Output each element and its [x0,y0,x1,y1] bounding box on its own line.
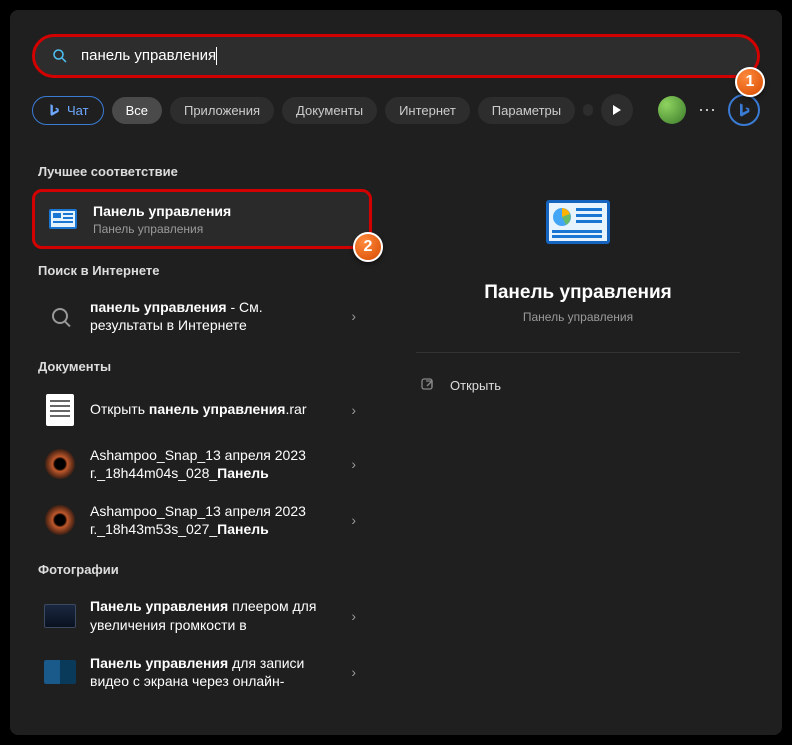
open-action[interactable]: Открыть [416,371,740,399]
result-web-search[interactable]: панель управления - См. результаты в Инт… [32,288,372,344]
section-documents: Документы [38,359,372,374]
document-icon [44,394,76,426]
open-label: Открыть [450,378,501,393]
search-box[interactable]: панель управления 1 [32,34,760,78]
result-title: панель управления - См. результаты в Инт… [90,298,337,334]
chevron-right-icon: › [351,512,360,528]
image-thumb-icon [44,600,76,632]
tab-all[interactable]: Все [112,97,162,124]
control-panel-icon [538,182,618,262]
bing-icon [736,102,752,118]
result-control-panel[interactable]: Панель управления Панель управления 2 [32,189,372,249]
open-icon [420,377,436,393]
preview-title: Панель управления [416,282,740,304]
bing-chat-button[interactable] [728,94,760,126]
callout-2: 2 [353,232,383,262]
result-subtitle: Панель управления [93,222,357,236]
tab-parameters[interactable]: Параметры [478,97,575,124]
preview-subtitle: Панель управления [416,310,740,324]
section-photos: Фотографии [38,562,372,577]
result-photo-player[interactable]: Панель управления плеером для увеличения… [32,587,372,643]
callout-1: 1 [735,67,765,97]
results-list: Лучшее соответствие Панель управления Па… [32,150,372,700]
chevron-right-icon: › [351,664,360,680]
tab-documents[interactable]: Документы [282,97,377,124]
more-icon[interactable]: ⋯ [694,100,720,121]
control-panel-icon [47,203,79,235]
result-document-rar[interactable]: Открыть панель управления.rar › [32,384,372,436]
chevron-right-icon: › [351,308,360,324]
result-document-snap-027[interactable]: Ashampoo_Snap_13 апреля 2023г._18h43m53s… [32,492,372,548]
user-avatar[interactable] [658,96,686,124]
section-web-search: Поиск в Интернете [38,263,372,278]
bing-icon [47,103,61,117]
result-title: Ashampoo_Snap_13 апреля 2023г._18h43m53s… [90,502,337,538]
result-photo-screenrec[interactable]: Панель управления для записи видео с экр… [32,644,372,700]
section-best-match: Лучшее соответствие [38,164,372,179]
play-icon [612,105,622,115]
search-input[interactable]: панель управления [81,47,741,65]
tab-chat[interactable]: Чат [32,96,104,125]
image-thumb-icon [44,504,76,536]
image-thumb-icon [44,448,76,480]
chevron-right-icon: › [351,456,360,472]
divider [416,352,740,353]
result-title: Ashampoo_Snap_13 апреля 2023г._18h44m04s… [90,446,337,482]
result-document-snap-028[interactable]: Ashampoo_Snap_13 апреля 2023г._18h44m04s… [32,436,372,492]
preview-pane: Панель управления Панель управления Откр… [396,150,760,700]
result-title: Панель управления [93,202,357,220]
tab-internet[interactable]: Интернет [385,97,470,124]
tab-overflow[interactable] [583,104,593,116]
result-title: Панель управления для записи видео с экр… [90,654,337,690]
chevron-right-icon: › [351,402,360,418]
tab-apps[interactable]: Приложения [170,97,274,124]
tab-nav-forward[interactable] [601,94,633,126]
search-dialog: панель управления 1 Чат Все Приложения Д… [10,10,782,735]
search-icon [44,300,76,332]
image-thumb-icon [44,656,76,688]
result-title: Панель управления плеером для увеличения… [90,597,337,633]
result-title: Открыть панель управления.rar [90,400,337,418]
tabs-row: Чат Все Приложения Документы Интернет Па… [32,94,760,126]
chevron-right-icon: › [351,608,360,624]
search-icon [51,47,69,65]
